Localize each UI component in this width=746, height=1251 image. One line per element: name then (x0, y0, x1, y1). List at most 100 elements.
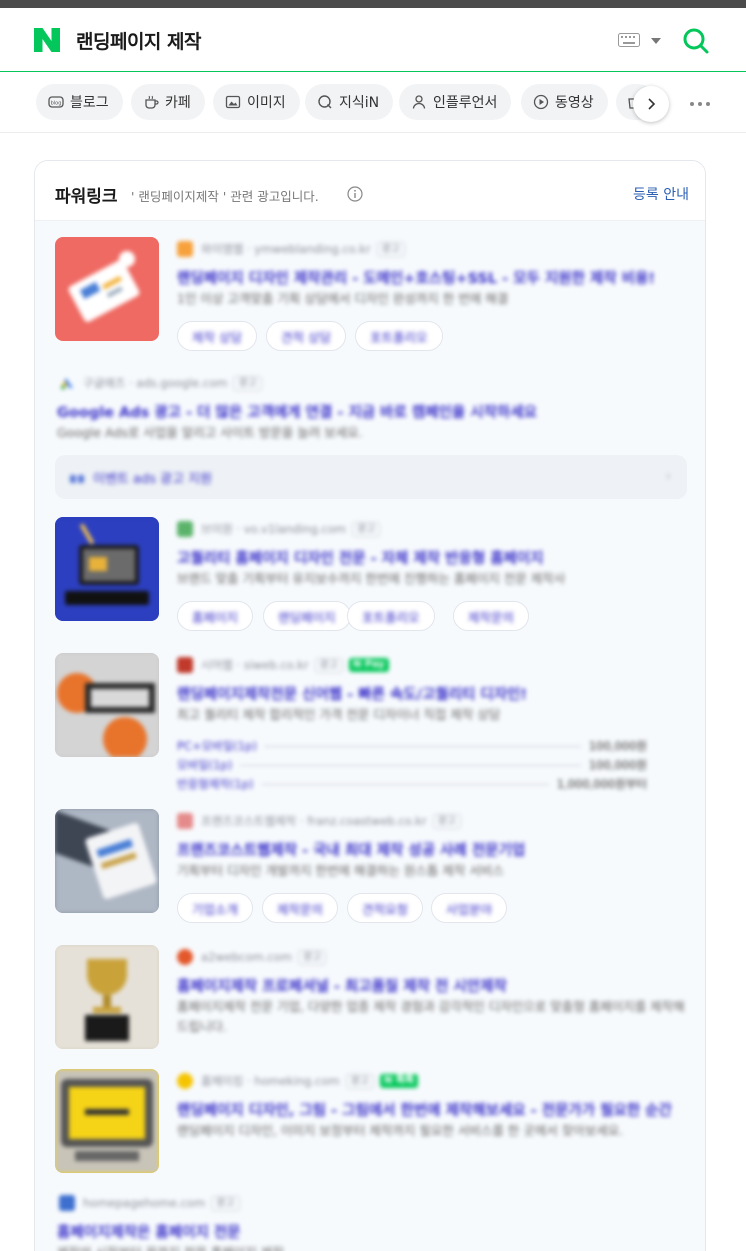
price-label: 반응형제작(1p) (177, 777, 254, 791)
ad-source[interactable]: 시어웹 · siweb.co.kr 광고 N Pay (177, 657, 389, 673)
tab-image[interactable]: 이미지 (213, 84, 300, 120)
tab-video[interactable]: 동영상 (521, 84, 608, 120)
ad-title[interactable]: 프랜즈코스트웹제작 - 국내 최대 제작 성공 사례 전문기업 (177, 839, 687, 860)
ad-thumbnail[interactable] (55, 517, 159, 621)
naver-logo-icon[interactable] (34, 28, 60, 52)
ad-sublink[interactable]: 제작 상담 (177, 321, 257, 351)
tab-video-label: 동영상 (555, 95, 594, 111)
svg-text:blog: blog (51, 101, 62, 107)
price-value: 100,000원 (588, 758, 647, 772)
thumbnail-illustration (68, 251, 140, 322)
ad-thumbnail[interactable] (55, 945, 159, 1049)
caret-down-icon[interactable] (650, 36, 662, 46)
cafe-icon (145, 95, 159, 109)
tab-cafe[interactable]: 카페 (131, 84, 205, 120)
price-label: 모바일(1p) (177, 758, 233, 772)
ad-thumbnail[interactable] (55, 237, 159, 341)
search-query[interactable]: 랜딩페이지 제작 (76, 27, 201, 54)
register-guide-link[interactable]: 등록 안내 (633, 184, 689, 204)
ad-site-name: 프랜즈코스트웹제작 (201, 814, 297, 828)
ad-sublink[interactable]: 홈페이지 (177, 601, 254, 631)
ad-sublink[interactable]: 포트폴리오 (355, 321, 443, 351)
blog-icon: blog (48, 96, 64, 108)
tab-influencer[interactable]: 인플루언서 (399, 84, 512, 120)
ad-badge: 광고 (233, 375, 262, 391)
ad-title[interactable]: 홈페이지제작은 홈페이지 전문 (57, 1221, 677, 1242)
ad-sublink[interactable]: 랜딩페이지 (263, 601, 351, 631)
tab-influencer-label: 인플루언서 (433, 95, 498, 111)
ad-thumbnail[interactable] (55, 1069, 159, 1173)
kin-icon (318, 95, 332, 109)
ad-badge: 광고 (345, 1073, 374, 1089)
ad-source[interactable]: 프랜즈코스트웹제작 · franz.coastweb.co.kr 광고 (177, 813, 461, 829)
ad-thumbnail[interactable] (55, 653, 159, 757)
more-options-button[interactable] (688, 92, 712, 116)
ad-url: ads.google.com (136, 376, 228, 390)
thumbnail-illustration (55, 517, 159, 621)
ad-thumbnail[interactable] (55, 809, 159, 913)
thumbnail-illustration (55, 945, 159, 1049)
ad-title[interactable]: 랜딩페이지 디자인, 그림 - 그림에서 한번에 제작해보세요 - 전문가가 필… (177, 1099, 687, 1120)
ad-sublink[interactable]: 견적 상담 (266, 321, 346, 351)
ad-source[interactable]: 홈메이킹 · homeking.com 광고 N 톡톡 (177, 1073, 419, 1089)
ad-title[interactable]: 고퀄리티 홈페이지 디자인 전문 - 자체 제작 반응형 홈페이지 (177, 547, 687, 568)
chevron-right-icon (648, 98, 656, 110)
ad-site-name: 구글애즈 (83, 376, 126, 390)
favicon-icon (59, 1195, 75, 1211)
ad-event-banner[interactable]: 이벤트 ads 광고 지원 › (55, 455, 687, 499)
ad-description: 랜딩페이지 디자인, 이미지 보정부터 제작까지 필요한 서비스를 한 곳에서 … (177, 1123, 624, 1138)
ad-sublink[interactable]: 제작문의 (262, 893, 339, 923)
favicon-icon (177, 657, 193, 673)
search-icon[interactable] (682, 27, 710, 55)
tab-blog[interactable]: blog 블로그 (36, 84, 123, 120)
ad-source[interactable]: a2webcom.com 광고 (177, 949, 327, 965)
talktalk-badge: N 톡톡 (379, 1074, 419, 1088)
favicon-icon (177, 1073, 193, 1089)
ad-url: a2webcom.com (201, 950, 292, 964)
ad-source[interactable]: 구글애즈 · ads.google.com 광고 (59, 375, 262, 391)
powerlink-title: 파워링크 (55, 187, 118, 207)
ad-title[interactable]: 랜딩페이지 디자인 제작관리 - 도메인+호스팅+SSL - 모두 지원한 제작… (177, 267, 687, 288)
powerlink-section: 파워링크 ' 랜딩페이지제작 ' 관련 광고입니다. 등록 안내 와이엠웹 · … (34, 160, 706, 1251)
ad-source[interactable]: 브이원 · vo.v1landing.com 광고 (177, 521, 381, 537)
ad-source[interactable]: homepagehome.com 광고 (59, 1195, 240, 1211)
powerlink-subtitle: ' 랜딩페이지제작 ' 관련 광고입니다. (131, 189, 319, 204)
favicon-icon (177, 813, 193, 829)
ad-sublink[interactable]: 기업소개 (177, 893, 254, 923)
ad-description: Google Ads로 사업을 알리고 사이트 방문을 늘려 보세요. (57, 425, 363, 440)
ad-sublink[interactable]: 포트폴리오 (347, 601, 435, 631)
person-icon (412, 95, 426, 109)
price-label: PC+모바일(1p) (177, 739, 257, 753)
ad-site-name: 홈메이킹 (201, 1074, 244, 1088)
ad-sublink[interactable]: 견적요청 (347, 893, 424, 923)
keyboard-icon[interactable] (618, 33, 640, 47)
ad-site-name: homepagehome.com (83, 1196, 206, 1210)
image-icon (225, 95, 241, 109)
ad-url: ymweblanding.co.kr (254, 242, 371, 256)
ad-description: 제작의 시작부터 끝까지 전문 홈페이지 제작 (57, 1243, 677, 1251)
ad-description: 최고 퀄리티 제작 합리적인 가격 전문 디자이너 직접 제작 상담 (177, 707, 501, 722)
price-row[interactable]: PC+모바일(1p) 100,000원 (177, 737, 647, 755)
npay-badge: N Pay (348, 658, 389, 672)
ad-badge: 광고 (314, 657, 343, 673)
thumbnail-illustration (55, 1069, 159, 1173)
ad-source[interactable]: 와이엠웹 · ymweblanding.co.kr 광고 (177, 241, 405, 257)
ad-title[interactable]: 홈페이지제작 프로페셔널 - 최고품질 제작 전 시안제작 (177, 975, 687, 996)
price-row[interactable]: 모바일(1p) 100,000원 (177, 756, 647, 774)
ad-badge: 광고 (351, 521, 381, 537)
ad-title[interactable]: 랜딩페이지제작전문 신어웹 - 빠른 속도/고퀄리티 디자인! (177, 683, 687, 704)
ad-badge: 광고 (376, 241, 405, 257)
ad-description: 홈페이지제작 전문 기업, 다양한 업종 제작 경험과 감각적인 디자인으로 맞… (177, 999, 685, 1034)
search-header: 랜딩페이지 제작 (0, 8, 746, 72)
ad-sublink[interactable]: 사업분야 (431, 893, 508, 923)
ad-sublink[interactable]: 제작문의 (453, 601, 530, 631)
tab-scroll-next-button[interactable] (633, 86, 669, 122)
info-icon[interactable] (347, 186, 363, 202)
favicon-icon (177, 949, 193, 965)
favicon-icon (177, 241, 193, 257)
tab-image-label: 이미지 (247, 95, 286, 111)
ad-title[interactable]: Google Ads 광고 - 더 많은 고객에게 연결 - 지금 바로 캠페인… (57, 401, 677, 422)
price-row[interactable]: 반응형제작(1p) 1,000,000원부터 (177, 775, 647, 793)
ad-url: franz.coastweb.co.kr (307, 814, 427, 828)
tab-kin[interactable]: 지식iN (305, 84, 394, 120)
